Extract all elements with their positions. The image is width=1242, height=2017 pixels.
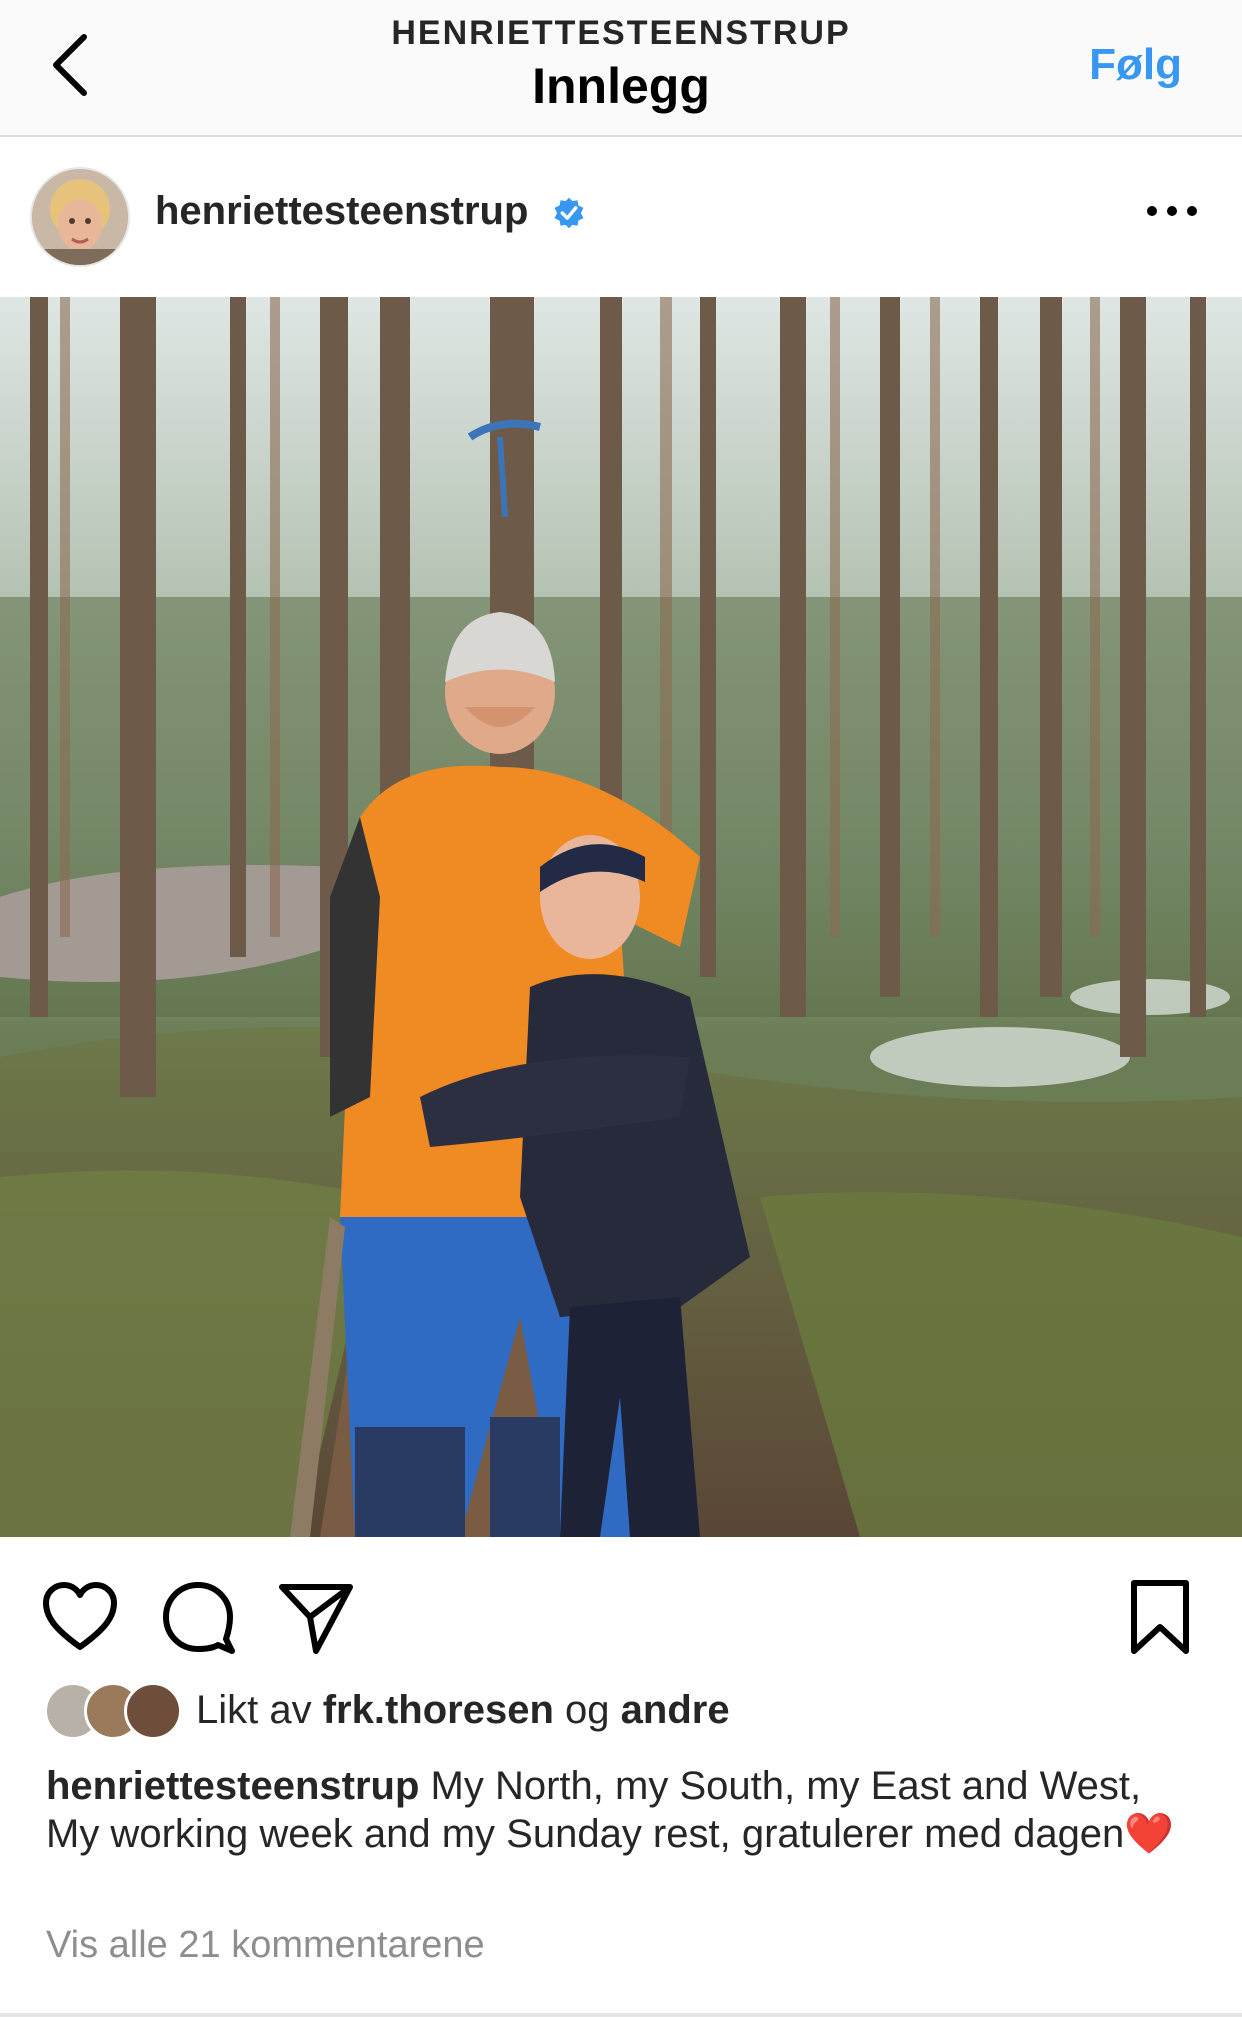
likes-joiner: og (565, 1687, 610, 1732)
post-header: henriettesteenstrup (0, 137, 1242, 297)
save-button[interactable] (1120, 1577, 1200, 1657)
likes-prefix: Likt av (196, 1687, 312, 1732)
top-navigation-bar: HENRIETTESTEENSTRUP Innlegg Følg (0, 0, 1242, 137)
avatar[interactable] (30, 167, 130, 267)
nav-title-group: HENRIETTESTEENSTRUP Innlegg (0, 14, 1242, 115)
share-button[interactable] (276, 1577, 356, 1657)
avatar-image (32, 169, 128, 265)
likes-others[interactable]: andre (621, 1688, 730, 1733)
like-button[interactable] (40, 1577, 120, 1657)
username-text: henriettesteenstrup (155, 189, 529, 233)
more-options-button[interactable] (1142, 191, 1202, 231)
heart-icon (43, 1582, 117, 1650)
forest-photo-illustration (0, 297, 1242, 1537)
post-photo[interactable] (0, 297, 1242, 1537)
liker-avatars (44, 1682, 184, 1740)
likes-user[interactable]: frk.thoresen (323, 1688, 554, 1733)
bookmark-icon (1131, 1580, 1189, 1654)
nav-subtitle: HENRIETTESTEENSTRUP (391, 14, 851, 52)
liker-avatar (124, 1682, 182, 1740)
follow-button[interactable]: Følg (1089, 40, 1182, 90)
more-dots-icon (1147, 206, 1197, 216)
page-title: Innlegg (532, 58, 710, 114)
likes-summary[interactable]: Likt av frk.thoresen og andre (44, 1680, 730, 1740)
caption-username[interactable]: henriettesteenstrup (46, 1764, 419, 1808)
post-caption: henriettesteenstrup My North, my South, … (46, 1762, 1196, 1858)
view-all-comments-link[interactable]: Vis alle 21 kommentarene (46, 1924, 485, 1967)
heart-emoji: ❤️ (1124, 1812, 1175, 1856)
bottom-divider (0, 2013, 1242, 2017)
verified-badge-icon (554, 198, 583, 229)
comment-button[interactable] (158, 1577, 238, 1657)
post-actions-bar (0, 1537, 1242, 1677)
paper-plane-icon (279, 1584, 353, 1654)
comment-bubble-icon (163, 1582, 235, 1654)
post-username[interactable]: henriettesteenstrup (155, 189, 586, 234)
